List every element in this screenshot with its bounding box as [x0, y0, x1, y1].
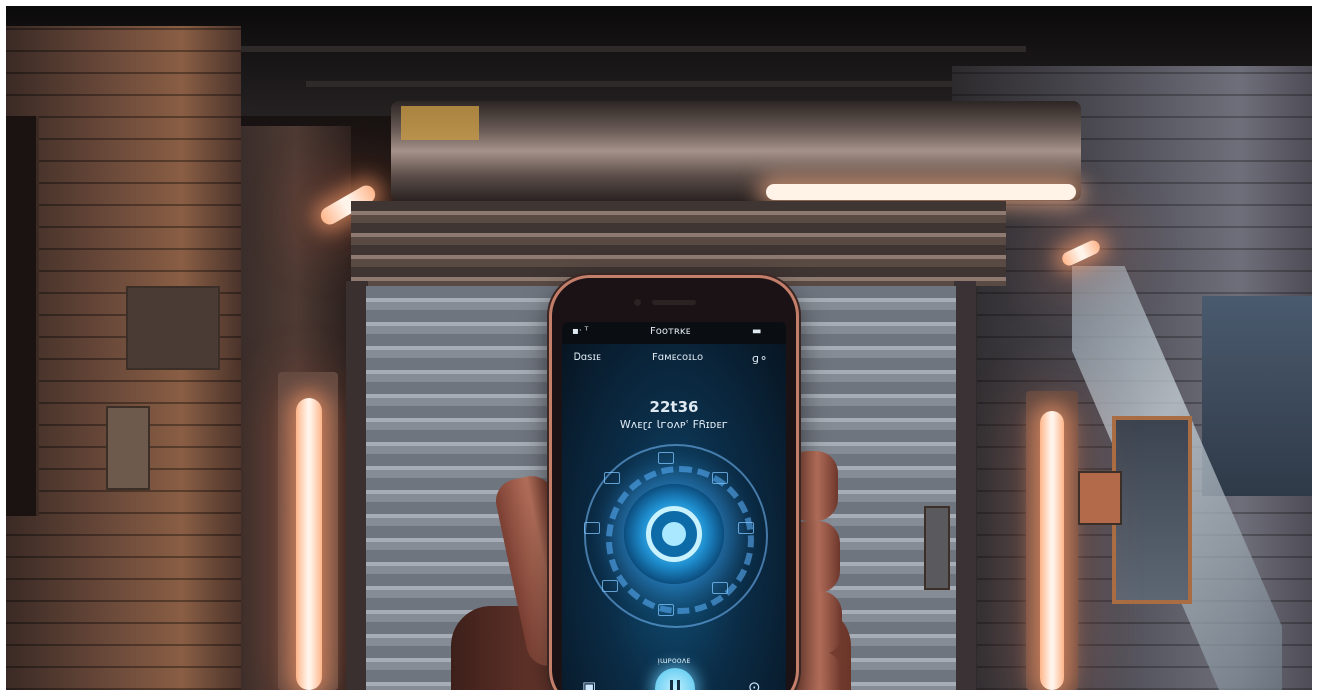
blue-panel [1202, 296, 1312, 496]
wall-switch [1078, 471, 1122, 525]
door-rail-right [954, 281, 976, 690]
bottom-label: ᴉɯᴩᴏᴏᴧᴇ [657, 656, 691, 665]
door-header [351, 201, 1006, 286]
utility-panel [126, 286, 220, 370]
search-icon[interactable]: ⊙ [748, 678, 761, 690]
dial-segment-icon [658, 452, 674, 464]
front-camera [634, 299, 641, 306]
dial-segment-icon [712, 582, 728, 594]
drum-light [766, 184, 1076, 200]
ceiling-beam [126, 46, 1026, 52]
dial-segment-icon [584, 522, 600, 534]
wall-window [6, 116, 39, 516]
dial-segment-icon [712, 472, 728, 484]
signal-indicator: ▪ᐧ ᵀ [572, 326, 589, 337]
nav-title: Fɑᴍᴇᴄᴏɪʟᴏ [652, 352, 704, 363]
status-subtitle: Wᴧᴇɽɾ Ɩᴦᴏᴧᴘʿ FᏲɪᴅᴇᴦ [619, 418, 729, 431]
smartphone: ▪ᐧ ᵀ Fᴏᴏᴛʀᴋᴇ ▬ Ꭰɑsɪᴇ Fɑᴍᴇᴄᴏɪʟᴏ ɡ⚬ 22t36 … [552, 278, 796, 690]
wall-light-right [1040, 411, 1064, 690]
status-bar: ▪ᐧ ᵀ Fᴏᴏᴛʀᴋᴇ ▬ [562, 322, 786, 344]
pause-icon [670, 680, 673, 690]
earpiece-speaker [652, 300, 696, 305]
drum-label [401, 106, 479, 140]
nav-left-label[interactable]: Ꭰɑsɪᴇ [574, 352, 601, 363]
time-display: 22t36 [649, 398, 699, 416]
door-rail-left [346, 281, 368, 690]
dial-segment-icon [602, 580, 618, 592]
battery-icon: ▬ [752, 326, 762, 337]
status-title: Fᴏᴏᴛʀᴋᴇ [650, 326, 691, 337]
door-lock [924, 506, 950, 590]
dial-segment-icon [604, 472, 620, 484]
camera-icon[interactable]: ▣ [582, 678, 596, 690]
dial-segment-icon [658, 604, 674, 616]
wall-light-left [296, 398, 322, 690]
phone-screen: ▪ᐧ ᵀ Fᴏᴏᴛʀᴋᴇ ▬ Ꭰɑsɪᴇ Fɑᴍᴇᴄᴏɪʟᴏ ɡ⚬ 22t36 … [562, 322, 786, 690]
garage-photo: ▪ᐧ ᵀ Fᴏᴏᴛʀᴋᴇ ▬ Ꭰɑsɪᴇ Fɑᴍᴇᴄᴏɪʟᴏ ɡ⚬ 22t36 … [6, 6, 1312, 690]
ceiling-beam [306, 81, 1006, 87]
play-pause-button[interactable] [655, 668, 695, 690]
dial-core [662, 522, 686, 546]
dial-segment-icon [738, 522, 754, 534]
electrical-box [106, 406, 150, 490]
wall-mirror [1112, 416, 1192, 604]
nav-right-label[interactable]: ɡ⚬ [752, 352, 768, 365]
